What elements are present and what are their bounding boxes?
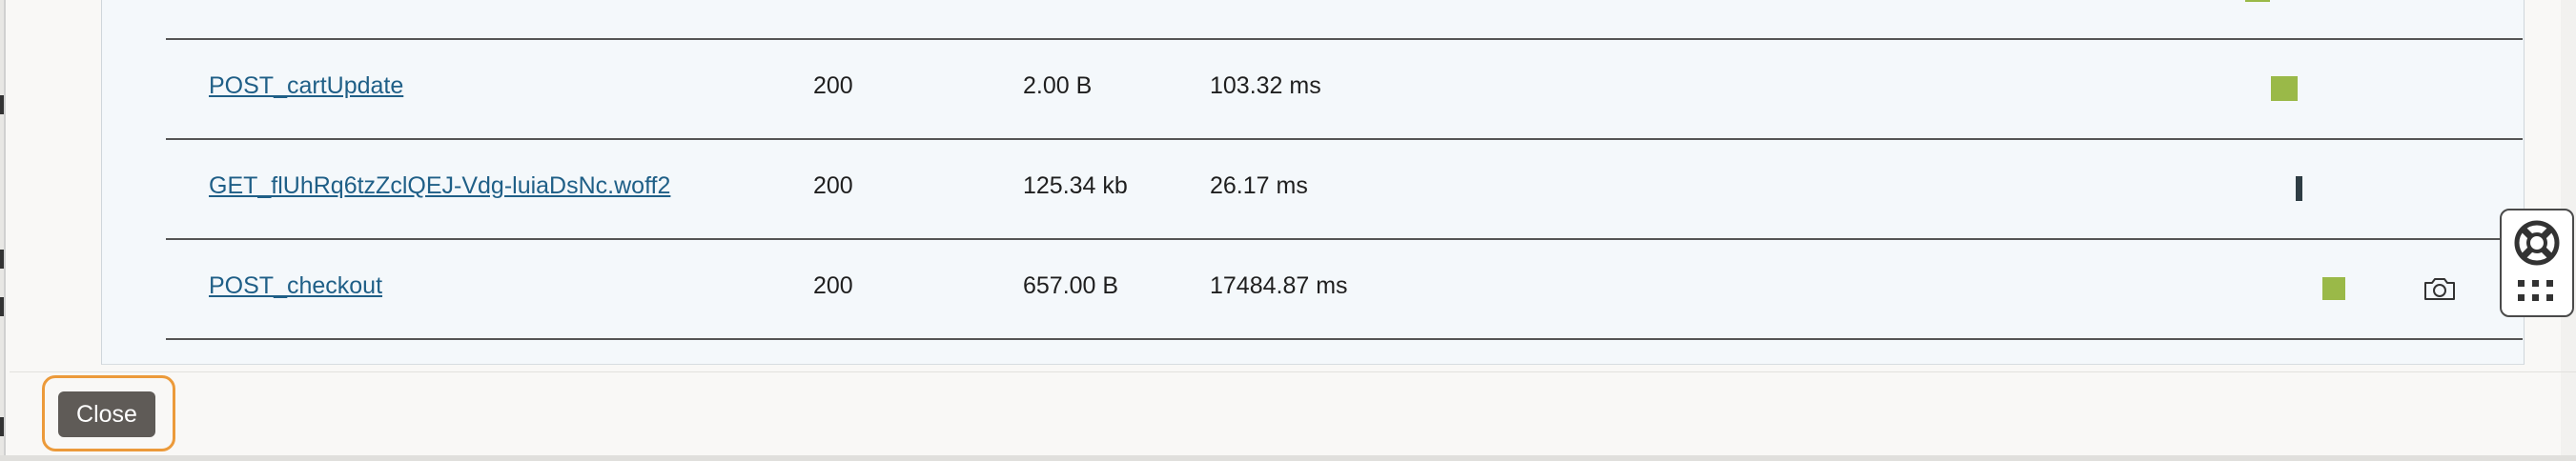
request-status: 200 xyxy=(813,172,853,199)
waterfall-bar xyxy=(2322,277,2345,300)
close-button[interactable]: Close xyxy=(58,391,155,437)
camera-icon[interactable] xyxy=(2423,275,2457,302)
waterfall-bar xyxy=(2245,0,2270,2)
table-row xyxy=(166,0,2523,40)
request-size: 2.00 B xyxy=(1023,72,1093,99)
network-modal: POST_cartUpdate 200 2.00 B 103.32 ms GET… xyxy=(4,0,2576,461)
close-button-focus-ring: Close xyxy=(42,375,175,451)
request-time: 26.17 ms xyxy=(1210,172,1308,199)
lifebuoy-icon[interactable] xyxy=(2513,219,2561,267)
help-widget[interactable] xyxy=(2500,209,2574,317)
request-name-link[interactable]: POST_checkout xyxy=(209,272,382,300)
table-row: POST_checkout 200 657.00 B 17484.87 ms xyxy=(166,240,2523,340)
request-name-link[interactable]: POST_cartUpdate xyxy=(209,72,403,100)
waterfall-bar xyxy=(2271,76,2298,101)
request-size: 125.34 kb xyxy=(1023,172,1128,199)
window-bottom-edge xyxy=(0,455,2576,461)
request-name-link[interactable]: GET_flUhRq6tzZclQEJ-Vdg-luiaDsNc.woff2 xyxy=(209,172,670,200)
request-time: 103.32 ms xyxy=(1210,72,1321,99)
request-size: 657.00 B xyxy=(1023,272,1119,299)
waterfall-bar xyxy=(2296,176,2302,201)
table-row: POST_cartUpdate 200 2.00 B 103.32 ms xyxy=(166,40,2523,140)
request-status: 200 xyxy=(813,272,853,299)
footer-divider xyxy=(10,371,2576,372)
grid-icon[interactable] xyxy=(2518,280,2556,305)
request-status: 200 xyxy=(813,72,853,99)
network-requests-table: POST_cartUpdate 200 2.00 B 103.32 ms GET… xyxy=(166,0,2523,340)
request-time: 17484.87 ms xyxy=(1210,272,1348,299)
table-row: GET_flUhRq6tzZclQEJ-Vdg-luiaDsNc.woff2 2… xyxy=(166,140,2523,240)
